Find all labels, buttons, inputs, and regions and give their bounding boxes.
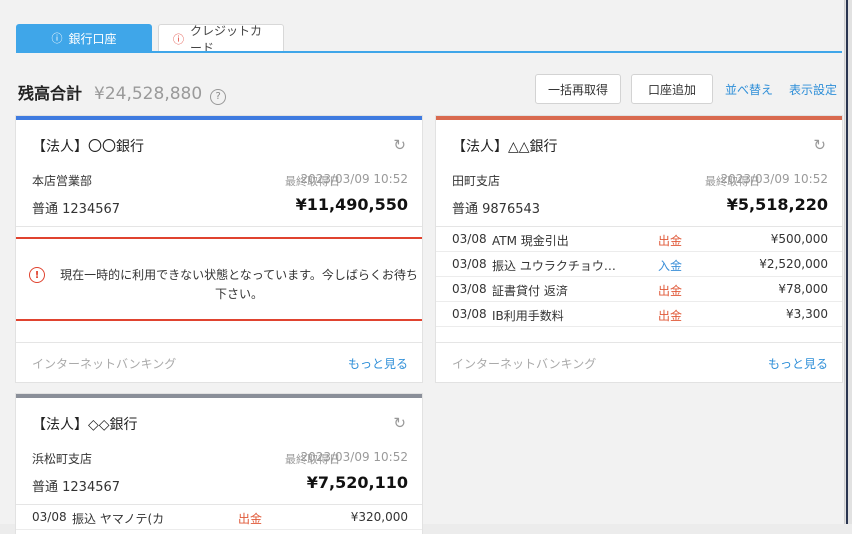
tab-label: 銀行口座 (68, 31, 117, 46)
bank-card-1: 【法人】〇〇銀行 ↻ 本店営業部 最終取得日 2023/03/09 10:52 … (16, 116, 422, 382)
last-fetched-date: 2023/03/09 10:52 (300, 450, 408, 464)
bank-card-2: 【法人】△△銀行 ↻ 田町支店 最終取得日 2023/03/09 10:52 普… (436, 116, 842, 382)
transaction-type: 出金 (658, 309, 683, 323)
transaction-row[interactable]: 03/08 IB利用手数料 出金 ¥3,300 (436, 302, 842, 327)
last-fetched-date: 2023/03/09 10:52 (720, 172, 828, 186)
branch-name: 浜松町支店 (32, 452, 93, 466)
error-message: 現在一時的に利用できない状態となっています。今しばらくお待ち下さい。 (60, 268, 418, 301)
tab-credit-cards[interactable]: ⓘ クレジットカード (158, 24, 284, 55)
account-type-tabs: ⓘ 銀行口座 ⓘ クレジットカード (16, 24, 284, 55)
question-icon[interactable]: ? (210, 88, 227, 105)
transaction-description: 振込 ユウラクチョウ… (492, 259, 616, 273)
error-icon: ! (29, 267, 45, 283)
transaction-amount: ¥78,000 (778, 282, 828, 296)
service-type: インターネットバンキング (452, 357, 597, 371)
transaction-date: 03/08 (452, 282, 487, 296)
error-message-box: ! 現在一時的に利用できない状態となっています。今しばらくお待ち下さい。 (16, 237, 422, 321)
service-type: インターネットバンキング (32, 357, 177, 371)
transaction-type: 入金 (658, 259, 683, 273)
see-more-link[interactable]: もっと見る (348, 355, 408, 372)
transaction-type: 出金 (658, 284, 683, 298)
main-content: ⓘ 銀行口座 ⓘ クレジットカード 残高合計 ¥24,528,880 ? 一括再… (0, 0, 845, 534)
alert-icon: ⓘ (173, 32, 184, 46)
account-number: 普通 1234567 (32, 202, 121, 217)
branch-name: 本店営業部 (32, 174, 93, 188)
card-stripe (16, 116, 422, 120)
transaction-amount: ¥3,300 (786, 307, 828, 321)
account-number: 普通 1234567 (32, 480, 121, 495)
window-edge-line (846, 0, 848, 524)
transaction-type: 出金 (238, 512, 263, 526)
last-fetched-date: 2023/03/09 10:52 (300, 172, 408, 186)
transaction-description: IB利用手数料 (492, 309, 564, 323)
add-account-button[interactable]: 口座追加 (631, 74, 713, 104)
transaction-description: 振込 ヤマノテ(カ (72, 512, 165, 526)
transaction-description: ATM 現金引出 (492, 234, 569, 248)
card-stripe (16, 394, 422, 398)
tab-underline (16, 51, 842, 53)
transaction-date: 03/08 (32, 510, 67, 524)
transaction-amount: ¥320,000 (350, 510, 408, 524)
refresh-icon[interactable]: ↻ (813, 136, 826, 154)
refresh-icon[interactable]: ↻ (393, 414, 406, 432)
transaction-amount: ¥2,520,000 (759, 257, 828, 271)
sort-link[interactable]: 並べ替え (725, 81, 773, 98)
transaction-row[interactable]: 03/08 振込 ヤマノテ(カ 出金 ¥320,000 (16, 505, 422, 530)
display-settings-link[interactable]: 表示設定 (789, 81, 837, 98)
card-footer: インターネットバンキング もっと見る (436, 342, 842, 382)
total-balance-amount: ¥24,528,880 (94, 84, 203, 104)
account-number: 普通 9876543 (452, 202, 541, 217)
account-balance: ¥7,520,110 (306, 473, 408, 492)
account-balance: ¥5,518,220 (726, 195, 828, 214)
card-stripe (436, 116, 842, 120)
transaction-row[interactable]: 03/08 証書貸付 返済 出金 ¥78,000 (436, 277, 842, 302)
transaction-row[interactable]: 03/08 ATM 現金引出 出金 ¥500,000 (436, 227, 842, 252)
transaction-amount: ¥500,000 (770, 232, 828, 246)
see-more-link[interactable]: もっと見る (768, 355, 828, 372)
transaction-date: 03/08 (452, 307, 487, 321)
bank-name: 【法人】〇〇銀行 (32, 139, 144, 155)
account-balance: ¥11,490,550 (295, 195, 408, 214)
transaction-description: 証書貸付 返済 (492, 284, 568, 298)
info-icon: ⓘ (51, 32, 63, 45)
transaction-date: 03/08 (452, 232, 487, 246)
balance-summary: 残高合計 ¥24,528,880 ? (18, 80, 227, 105)
bank-card-3: 【法人】◇◇銀行 ↻ 浜松町支店 最終取得日 2023/03/09 10:52 … (16, 394, 422, 534)
branch-name: 田町支店 (452, 174, 501, 188)
bank-name: 【法人】△△銀行 (452, 139, 558, 155)
window-edge (844, 0, 852, 524)
divider (16, 226, 422, 227)
refetch-all-button[interactable]: 一括再取得 (535, 74, 621, 104)
refresh-icon[interactable]: ↻ (393, 136, 406, 154)
card-footer: インターネットバンキング もっと見る (16, 342, 422, 382)
transaction-date: 03/08 (452, 257, 487, 271)
bank-name: 【法人】◇◇銀行 (32, 417, 138, 433)
transaction-type: 出金 (658, 234, 683, 248)
total-balance-label: 残高合計 (18, 84, 83, 103)
transaction-row[interactable]: 03/08 振込 ユウラクチョウ… 入金 ¥2,520,000 (436, 252, 842, 277)
tab-bank-accounts[interactable]: ⓘ 銀行口座 (16, 24, 152, 52)
